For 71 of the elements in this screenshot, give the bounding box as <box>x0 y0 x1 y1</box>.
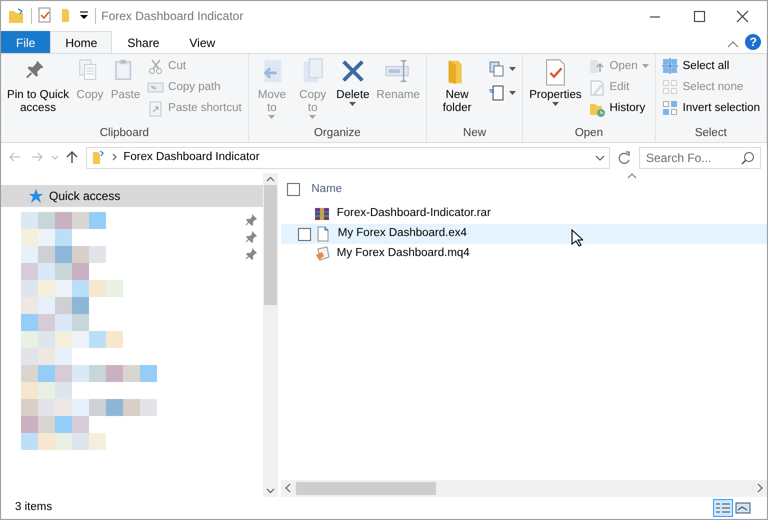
caret-icon <box>552 102 559 107</box>
pin-icon[interactable] <box>245 231 258 244</box>
group-label: Organize <box>312 126 362 141</box>
checkbox[interactable] <box>286 183 300 196</box>
ribbon-button[interactable]: Properties <box>527 56 584 109</box>
ribbon-tab[interactable]: Share <box>112 31 174 53</box>
details-view-icon <box>715 501 731 515</box>
scroll-down-icon[interactable] <box>266 488 275 494</box>
scroll-right-icon[interactable] <box>756 482 764 493</box>
archive-icon <box>314 206 330 222</box>
scroll-left-icon[interactable] <box>284 482 292 493</box>
breadcrumb[interactable]: Forex Dashboard Indicator <box>123 149 260 167</box>
scroll-up-icon[interactable] <box>266 176 275 182</box>
cursor-icon <box>570 228 583 247</box>
ribbon-button[interactable]: Pin to Quick access <box>5 56 72 117</box>
star-icon <box>29 188 43 202</box>
stacked-pages-icon <box>488 60 506 78</box>
group-label: Clipboard <box>98 126 150 141</box>
caret-icon <box>509 66 516 72</box>
caret-icon <box>309 114 316 120</box>
folder-icon <box>6 6 25 25</box>
edit-icon <box>588 79 606 96</box>
search-icon[interactable] <box>740 150 756 166</box>
scrollbar-thumb[interactable] <box>296 482 436 495</box>
sort-icon[interactable] <box>627 173 637 179</box>
invert-selection-icon <box>662 100 679 117</box>
window-title: Forex Dashboard Indicator <box>101 8 244 25</box>
ribbon-button[interactable]: Select all <box>660 56 762 77</box>
ribbon-button[interactable]: History <box>586 98 651 119</box>
address-bar[interactable]: Forex Dashboard Indicator <box>86 147 610 169</box>
column-header[interactable]: Name <box>311 181 342 198</box>
item-count: 3 items <box>15 500 52 516</box>
select-none-icon <box>662 79 679 96</box>
pin-icon[interactable] <box>245 248 258 260</box>
script-file-icon <box>314 246 330 262</box>
scissors-icon <box>147 58 164 75</box>
chevron-icon <box>112 152 118 162</box>
group-label: New <box>462 126 488 141</box>
caret-icon <box>509 90 516 96</box>
group-label: Select <box>694 126 728 141</box>
file-row[interactable]: My Forex Dashboard.ex4 <box>280 224 767 244</box>
scrollbar[interactable] <box>263 173 278 497</box>
caret-icon <box>349 102 356 107</box>
group-label: Open <box>574 126 604 141</box>
customize-icon[interactable] <box>78 10 89 20</box>
tiles-view-icon <box>735 501 751 515</box>
caret-icon <box>642 64 649 69</box>
up-icon[interactable] <box>64 149 80 166</box>
ribbon-button[interactable]: Delete <box>334 56 372 109</box>
pin-icon[interactable] <box>245 214 258 226</box>
open-icon <box>588 58 606 75</box>
ribbon-tab[interactable]: View <box>174 31 230 53</box>
view-button[interactable] <box>713 499 733 517</box>
file-row[interactable]: My Forex Dashboard.mq4 <box>280 244 767 264</box>
ribbon-tab[interactable]: Home <box>50 31 112 53</box>
nav-item[interactable]: Quick access <box>1 184 263 206</box>
search-field[interactable]: Search Fo... <box>639 147 761 169</box>
properties-icon[interactable] <box>37 7 54 24</box>
checkbox[interactable] <box>298 228 311 240</box>
ribbon-button[interactable]: Invert selection <box>660 98 762 119</box>
select-all-icon <box>662 58 679 75</box>
help-button[interactable]: ? <box>745 34 762 50</box>
file-menu-button[interactable]: File <box>1 31 50 53</box>
scrollbar-thumb[interactable] <box>264 184 277 305</box>
page-icon <box>488 84 506 102</box>
shortcut-icon <box>147 100 164 117</box>
horizontal-scrollbar[interactable] <box>280 480 767 497</box>
file-icon <box>314 226 331 242</box>
file-row[interactable]: Forex-Dashboard-Indicator.rar <box>280 204 767 224</box>
caret-icon <box>268 114 276 120</box>
ribbon-button[interactable]: New folder <box>430 56 484 117</box>
